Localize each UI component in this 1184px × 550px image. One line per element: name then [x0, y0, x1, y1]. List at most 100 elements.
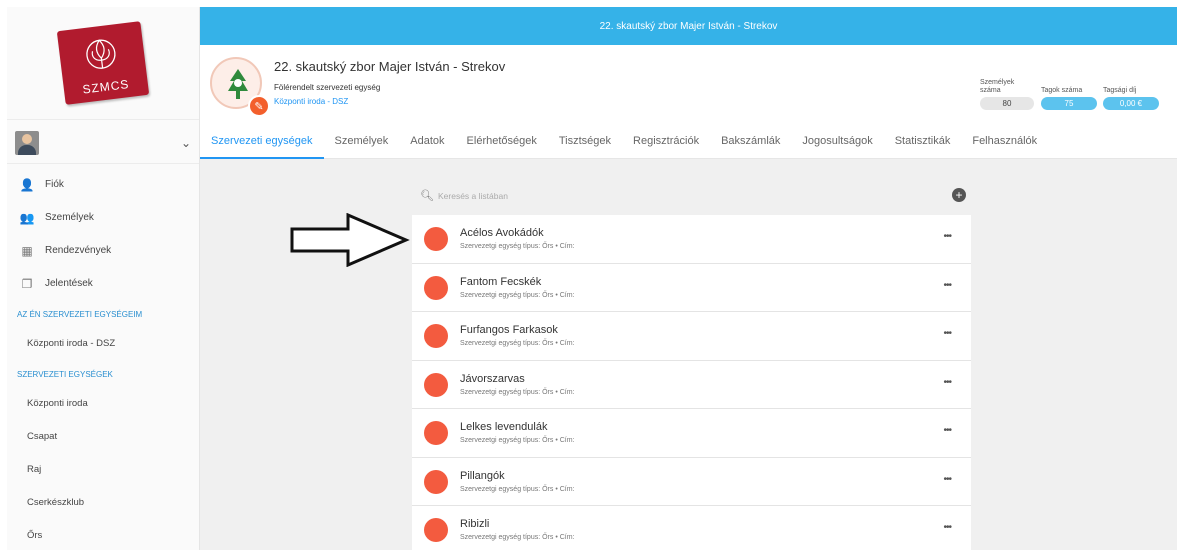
more-icon[interactable]: ••• — [943, 231, 951, 242]
sidebar-item-label: Fiók — [45, 179, 64, 190]
unit-title: Acélos Avokádók — [460, 227, 544, 239]
tab-0[interactable]: Szervezeti egységek — [200, 123, 324, 159]
list-item[interactable]: Fantom Fecskék Szervezetgi egység típus: … — [412, 263, 971, 312]
more-icon[interactable]: ••• — [943, 522, 951, 533]
unit-header: ✎ 22. skautský zbor Majer István - Strek… — [200, 45, 1177, 123]
unit-type-item[interactable]: Csapat — [7, 420, 199, 453]
tab-2[interactable]: Adatok — [399, 123, 455, 159]
unit-title: Lelkes levendulák — [460, 421, 548, 433]
tab-6[interactable]: Bakszámlák — [710, 123, 791, 159]
unit-avatar — [424, 324, 448, 348]
unit-name: 22. skautský zbor Majer István - Strekov — [274, 59, 506, 74]
unit-meta: Szervezetgi egység típus: Őrs • Cím: — [460, 437, 575, 444]
tab-8[interactable]: Statisztikák — [884, 123, 962, 159]
people-icon: 👥 — [19, 210, 35, 225]
list-item[interactable]: Furfangos Farkasok Szervezetgi egység típ… — [412, 312, 971, 361]
sidebar-item-2[interactable]: ▦ Rendezvények — [7, 234, 199, 267]
scout-emblem-icon — [228, 69, 248, 99]
tab-3[interactable]: Elérhetőségek — [456, 123, 548, 159]
search-bar: 🔍︎ Keresés a listában + — [412, 187, 972, 207]
fee-stat: Tagsági díj 0,00 € — [1103, 87, 1159, 110]
unit-type-item[interactable]: Raj — [7, 453, 199, 486]
szmcs-logo[interactable]: SZMCS — [56, 21, 150, 105]
members-count: 75 — [1041, 97, 1097, 110]
calendar-icon: ▦ — [21, 243, 33, 258]
list-item[interactable]: Jávorszarvas Szervezetgi egység típus: Őr… — [412, 360, 971, 409]
logo-area: SZMCS — [7, 7, 199, 120]
unit-avatar — [424, 421, 448, 445]
annotation-arrow — [290, 213, 410, 267]
unit-type-item[interactable]: Őrs — [7, 519, 199, 550]
my-unit-item[interactable]: Központi iroda - DSZ — [7, 327, 199, 360]
persons-label-2: száma — [980, 87, 1001, 94]
list-item[interactable]: Pillangók Szervezetgi egység típus: Őrs •… — [412, 457, 971, 506]
unit-avatar — [424, 275, 448, 300]
fee-value: 0,00 € — [1103, 97, 1159, 110]
unit-title: Jávorszarvas — [460, 372, 525, 385]
my-units-title: AZ ÉN SZERVEZETI EGYSÉGEIM — [17, 310, 143, 319]
more-icon[interactable]: ••• — [943, 280, 951, 291]
tab-9[interactable]: Felhasználók — [961, 123, 1048, 159]
chevron-down-icon[interactable]: ⌄ — [181, 136, 191, 150]
unit-title: Ribizli — [460, 518, 490, 530]
list-item[interactable]: Lelkes levendulák Szervezetgi egység típu… — [412, 409, 971, 458]
tab-4[interactable]: Tisztségek — [548, 123, 622, 159]
tab-5[interactable]: Regisztrációk — [622, 123, 710, 159]
sidebar-item-1[interactable]: 👥 Személyek — [7, 201, 199, 234]
sidebar-item-label: Jelentések — [45, 278, 93, 289]
sidebar-item-label: Rendezvények — [45, 245, 112, 256]
user-menu[interactable]: ⌄ — [7, 122, 199, 164]
unit-avatar — [424, 227, 448, 251]
more-icon[interactable]: ••• — [943, 425, 951, 436]
sidebar-item-0[interactable]: 👤 Fiók — [7, 168, 199, 201]
unit-meta: Szervezetgi egység típus: Őrs • Cím: — [460, 534, 575, 541]
add-unit-button[interactable]: + — [952, 188, 966, 202]
unit-avatar — [424, 372, 448, 397]
logo-text: SZMCS — [81, 77, 131, 97]
edit-logo-button[interactable]: ✎ — [248, 95, 270, 117]
search-input[interactable]: Keresés a listában — [438, 191, 508, 201]
unit-meta: Szervezetgi egység típus: Őrs • Cím: — [460, 340, 575, 347]
unit-meta: Szervezetgi egység típus: Őrs • Cím: — [460, 291, 575, 299]
list-item[interactable]: Acélos Avokádók Szervezetgi egység típus:… — [412, 215, 971, 264]
members-stat: Tagok száma 75 — [1041, 87, 1097, 110]
user-icon: 👤 — [19, 177, 35, 192]
unit-title: Pillangók — [460, 469, 505, 482]
units-title: SZERVEZETI EGYSÉGEK — [17, 370, 113, 379]
unit-type-item[interactable]: Cserkészklub — [7, 486, 199, 519]
tab-7[interactable]: Jogosultságok — [791, 123, 883, 159]
fleur-de-lis-icon — [86, 39, 116, 69]
pencil-icon: ✎ — [254, 100, 264, 113]
more-icon[interactable]: ••• — [943, 328, 951, 339]
top-bar: 22. skautský zbor Majer István - Strekov — [200, 7, 1177, 45]
units-list: Központi iroda Csapat Raj Cserkészklub Őrs — [7, 387, 199, 550]
unit-title: Furfangos Farkasok — [460, 324, 558, 336]
more-icon[interactable]: ••• — [943, 377, 951, 388]
members-label: Tagok száma — [1041, 87, 1083, 94]
units-table: Acélos Avokádók Szervezetgi egység típus:… — [412, 215, 971, 550]
unit-meta: Szervezetgi egység típus: Őrs • Cím: — [460, 485, 575, 493]
unit-type-item[interactable]: Központi iroda — [7, 387, 199, 420]
parent-link[interactable]: Központi iroda - DSZ — [274, 97, 348, 106]
fee-label: Tagsági díj — [1103, 87, 1137, 94]
unit-logo: ✎ — [210, 57, 270, 117]
persons-count: 80 — [980, 97, 1034, 110]
unit-avatar — [424, 518, 448, 542]
unit-meta: Szervezetgi egység típus: Őrs • Cím: — [460, 388, 575, 396]
avatar[interactable] — [15, 130, 39, 155]
persons-label-1: Személyek — [980, 79, 1015, 86]
list-item[interactable]: Ribizli Szervezetgi egység típus: Őrs • C… — [412, 506, 971, 550]
sidebar-item-label: Személyek — [45, 212, 94, 223]
sidebar: SZMCS ⌄ 👤 Fiók 👥 Személyek ▦ Rendezvények ❐ Jel… — [7, 7, 200, 550]
reports-icon: ❐ — [21, 276, 33, 291]
search-icon: 🔍︎ — [420, 190, 434, 202]
parent-label: Fölérendelt szervezeti egység — [274, 83, 381, 92]
more-icon[interactable]: ••• — [943, 474, 951, 485]
tab-1[interactable]: Személyek — [324, 123, 400, 159]
sidebar-item-3[interactable]: ❐ Jelentések — [7, 267, 199, 300]
unit-avatar — [424, 469, 448, 494]
my-units-list: Központi iroda - DSZ — [7, 327, 199, 360]
unit-title: Fantom Fecskék — [460, 275, 542, 288]
app-title: 22. skautský zbor Majer István - Strekov — [599, 20, 778, 32]
unit-meta: Szervezetgi egység típus: Őrs • Cím: — [460, 243, 575, 250]
